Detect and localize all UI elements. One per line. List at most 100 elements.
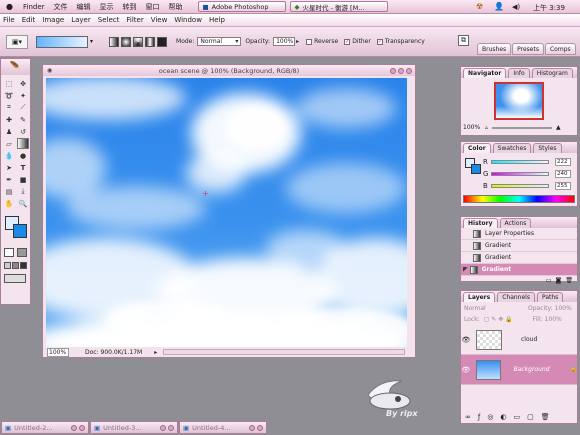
minimized-window[interactable]: ▣ Untitled-4... bbox=[179, 421, 267, 434]
document-titlebar[interactable]: ocean scene @ 100% (Background, RGB/8) ◉ bbox=[43, 65, 415, 76]
apple-icon[interactable]: ● bbox=[6, 2, 13, 11]
zoom-tool-icon[interactable]: 🔍 bbox=[17, 198, 29, 209]
new-layer-icon[interactable]: ▢ bbox=[527, 413, 534, 421]
navigator-thumbnail[interactable] bbox=[494, 82, 544, 120]
status-menu-arrow-icon[interactable]: ▸ bbox=[154, 349, 157, 356]
blue-slider[interactable] bbox=[491, 184, 549, 188]
new-snapshot-icon[interactable]: ◙ bbox=[556, 277, 562, 284]
zoom-icon[interactable] bbox=[168, 424, 174, 431]
path-selection-tool-icon[interactable]: ➤ bbox=[3, 162, 15, 173]
layer-row-background[interactable]: 👁 Background 🔒 bbox=[461, 355, 577, 385]
lock-icons[interactable]: ▢ ✎ ✥ 🔒 bbox=[484, 316, 513, 323]
tab-histogram[interactable]: Histogram bbox=[531, 68, 573, 78]
zoom-icon[interactable] bbox=[257, 424, 263, 431]
menu-file[interactable]: File bbox=[3, 16, 15, 24]
blue-value[interactable]: 255 bbox=[555, 182, 571, 190]
layer-blend-mode-select[interactable]: Normal bbox=[464, 305, 504, 312]
standard-mode-icon[interactable] bbox=[4, 248, 14, 257]
red-slider[interactable] bbox=[491, 160, 549, 164]
tab-tool-presets[interactable]: Presets bbox=[512, 43, 544, 55]
horizontal-scrollbar[interactable] bbox=[163, 349, 405, 355]
radiation-icon[interactable]: ☢ bbox=[476, 2, 483, 11]
menu-view[interactable]: View bbox=[151, 16, 168, 24]
sys-menu-finder[interactable]: Finder bbox=[23, 3, 45, 11]
zoom-icon[interactable] bbox=[79, 424, 85, 431]
radial-gradient-icon[interactable] bbox=[121, 36, 132, 47]
full-screen-icon[interactable] bbox=[20, 262, 27, 269]
layer-mask-icon[interactable]: ◎ bbox=[487, 413, 493, 421]
brush-tool-icon[interactable]: ✎ bbox=[17, 114, 29, 125]
menu-select[interactable]: Select bbox=[98, 16, 120, 24]
sys-menu-window[interactable]: 窗口 bbox=[146, 2, 160, 12]
healing-brush-tool-icon[interactable]: ✚ bbox=[3, 114, 15, 125]
sys-menu-view[interactable]: 显示 bbox=[100, 2, 114, 12]
menu-window[interactable]: Window bbox=[174, 16, 202, 24]
reverse-checkbox[interactable] bbox=[306, 38, 313, 45]
tab-navigator[interactable]: Navigator bbox=[463, 68, 507, 78]
toolbox-header[interactable]: 🪶 bbox=[1, 59, 30, 75]
menu-edit[interactable]: Edit bbox=[22, 16, 36, 24]
delete-state-icon[interactable]: 🗑 bbox=[565, 277, 573, 284]
standard-screen-icon[interactable] bbox=[4, 262, 11, 269]
history-brush-tool-icon[interactable]: ↺ bbox=[17, 126, 29, 137]
angle-gradient-icon[interactable] bbox=[133, 36, 144, 47]
layer-name[interactable]: cloud bbox=[521, 336, 537, 343]
pen-tool-icon[interactable]: ✒ bbox=[3, 174, 15, 185]
tab-info[interactable]: Info bbox=[508, 68, 530, 78]
volume-icon[interactable]: ◀) bbox=[512, 3, 520, 11]
new-group-icon[interactable]: ▭ bbox=[514, 413, 521, 421]
quick-mask-mode-icon[interactable] bbox=[17, 248, 27, 257]
layer-style-icon[interactable]: ƒ bbox=[478, 413, 480, 421]
sys-menu-help[interactable]: 帮助 bbox=[169, 2, 183, 12]
document-menu-icon[interactable]: ◉ bbox=[47, 67, 52, 74]
visibility-eye-icon[interactable]: 👁 bbox=[461, 366, 471, 374]
sys-menu-go[interactable]: 转到 bbox=[123, 2, 137, 12]
opacity-dropdown-icon[interactable]: ▸ bbox=[296, 38, 299, 45]
tab-paths[interactable]: Paths bbox=[536, 292, 564, 302]
blur-tool-icon[interactable]: 💧 bbox=[3, 150, 15, 161]
menu-layer[interactable]: Layer bbox=[71, 16, 91, 24]
history-item[interactable]: Layer Properties bbox=[461, 228, 577, 240]
menu-help[interactable]: Help bbox=[209, 16, 225, 24]
lasso-tool-icon[interactable]: ➰ bbox=[3, 90, 15, 101]
magic-wand-tool-icon[interactable]: ✦ bbox=[17, 90, 29, 101]
transparency-checkbox[interactable]: ✓ bbox=[376, 38, 383, 45]
new-fill-layer-icon[interactable]: ◐ bbox=[500, 413, 506, 421]
close-icon[interactable] bbox=[249, 424, 255, 431]
close-icon[interactable] bbox=[71, 424, 77, 431]
file-browser-icon[interactable]: ⧉ bbox=[458, 35, 469, 46]
document-zoom-field[interactable]: 100% bbox=[47, 347, 69, 357]
zoom-in-icon[interactable]: ▲ bbox=[556, 124, 561, 131]
fill-value[interactable]: 100% bbox=[545, 316, 562, 323]
minimized-window[interactable]: ▣ Untitled-2... bbox=[1, 421, 89, 434]
background-color-swatch[interactable] bbox=[13, 224, 27, 238]
move-tool-icon[interactable]: ✥ bbox=[17, 78, 29, 89]
green-value[interactable]: 240 bbox=[555, 170, 571, 178]
dodge-tool-icon[interactable]: ● bbox=[17, 150, 29, 161]
opacity-field[interactable]: 100% bbox=[273, 37, 296, 46]
history-item[interactable]: Gradient bbox=[461, 252, 577, 264]
tab-actions[interactable]: Actions bbox=[499, 218, 532, 228]
user-icon[interactable]: 👤 bbox=[494, 2, 504, 11]
hand-tool-icon[interactable]: ✋ bbox=[3, 198, 15, 209]
task-browser[interactable]: ◆ 火星时代 - 衡游 [M... bbox=[289, 1, 388, 12]
clone-stamp-tool-icon[interactable]: ♟ bbox=[3, 126, 15, 137]
minimized-window[interactable]: ▣ Untitled-3... bbox=[90, 421, 178, 434]
full-screen-menu-icon[interactable] bbox=[12, 262, 19, 269]
sys-menu-edit[interactable]: 编辑 bbox=[77, 2, 91, 12]
zoom-icon[interactable] bbox=[398, 67, 404, 74]
history-state-marker-icon[interactable]: ◤ bbox=[463, 266, 468, 273]
tab-history[interactable]: History bbox=[463, 218, 498, 228]
layer-opacity-value[interactable]: 100% bbox=[555, 305, 572, 312]
jump-to-imageready-icon[interactable] bbox=[4, 274, 26, 283]
minimize-icon[interactable] bbox=[390, 67, 396, 74]
shape-tool-icon[interactable]: ■ bbox=[17, 174, 29, 185]
mode-select[interactable]: Normal ▾ bbox=[197, 37, 242, 46]
slice-tool-icon[interactable]: ⟋ bbox=[17, 102, 29, 113]
zoom-out-icon[interactable]: ▵ bbox=[485, 124, 488, 131]
navigator-zoom-slider[interactable] bbox=[492, 126, 553, 129]
marquee-tool-icon[interactable]: ⬚ bbox=[3, 78, 15, 89]
navigator-zoom-value[interactable]: 100% bbox=[463, 124, 481, 131]
red-value[interactable]: 222 bbox=[555, 158, 571, 166]
notes-tool-icon[interactable]: ▤ bbox=[3, 186, 15, 197]
